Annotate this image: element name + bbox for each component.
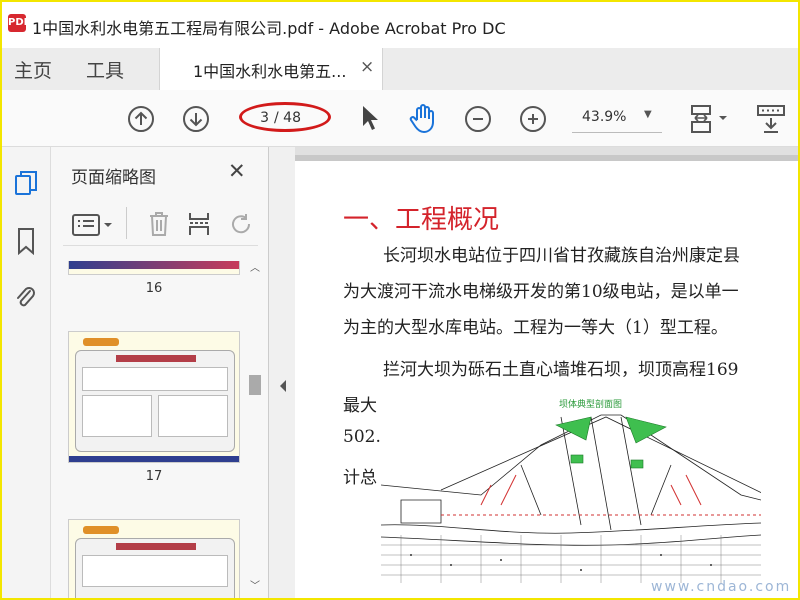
watermark: www.cndao.com <box>651 579 792 595</box>
zoom-select[interactable]: 43.9% ▼ <box>572 106 662 133</box>
tab-home[interactable]: 主页 <box>14 56 52 83</box>
page-insert-icon <box>189 213 210 235</box>
thumbnail-heading <box>116 543 196 550</box>
paragraph-line: 计总 <box>343 468 377 488</box>
scroll-mode-button[interactable] <box>756 104 788 138</box>
scrollbar-thumb[interactable] <box>249 375 261 395</box>
title-bar: PDF 1中国水利水电第五工程局有限公司.pdf - Adobe Acrobat… <box>2 2 798 48</box>
paragraph-line: 为主的大型水库电站。工程为一等大（1）型工程。 <box>343 318 728 338</box>
close-pane-icon[interactable]: ✕ <box>228 159 246 183</box>
pane-splitter[interactable] <box>269 147 295 598</box>
toolbar: 3 / 48 43.9% ▼ <box>2 90 798 147</box>
pdf-page: 一、工程概况 长河坝水电站位于四川省甘孜藏族自治州康定县 为大渡河干流水电梯级开… <box>295 155 798 598</box>
thumbnail-options-button[interactable] <box>71 213 115 241</box>
thumbnail-label-tag <box>83 338 119 346</box>
page-thumbnails-button[interactable] <box>14 169 38 197</box>
thumbnail-page-number: 17 <box>145 469 163 484</box>
hand-tool-button[interactable] <box>407 102 439 138</box>
pointer-arrow-icon <box>363 106 378 130</box>
paragraph-line: 502. <box>343 427 381 447</box>
thumbnail-text-block <box>82 555 228 587</box>
thumbnail-page-17[interactable] <box>68 331 240 463</box>
diagram-title: 坝体典型剖面图 <box>559 400 623 410</box>
document-view[interactable]: 一、工程概况 长河坝水电站位于四川省甘孜藏族自治州康定县 为大渡河干流水电梯级开… <box>295 147 798 598</box>
fit-page-button[interactable] <box>689 104 731 138</box>
insert-page-button[interactable] <box>187 211 213 241</box>
rotate-icon <box>232 214 251 234</box>
scroll-down-arrow-icon[interactable]: ﹀ <box>250 577 260 592</box>
chevron-down-icon: ▼ <box>644 109 652 120</box>
plus-icon <box>528 114 538 124</box>
thumbnail-pane: 页面缩略图 ✕ 16 17 ︿ ﹀ <box>51 147 269 598</box>
thumbnail-page-18[interactable] <box>68 519 240 598</box>
paragraph-line: 长河坝水电站位于四川省甘孜藏族自治州康定县 <box>383 246 740 266</box>
tab-document-label: 1中国水利水电第五... <box>193 62 347 81</box>
thumbnail-heading <box>116 355 196 362</box>
tool-divider <box>126 207 127 239</box>
thumbnail-strip <box>69 261 239 269</box>
previous-page-button[interactable] <box>128 106 154 132</box>
tab-tools[interactable]: 工具 <box>86 56 124 83</box>
select-tool-button[interactable] <box>359 104 381 136</box>
window-title: 1中国水利水电第五工程局有限公司.pdf - Adobe Acrobat Pro… <box>32 19 506 38</box>
thumbnail-content <box>75 538 235 598</box>
copy-pages-icon <box>15 171 37 195</box>
pane-title: 页面缩略图 <box>71 168 156 188</box>
app-window: PDF 1中国水利水电第五工程局有限公司.pdf - Adobe Acrobat… <box>0 0 800 600</box>
section-heading: 一、工程概况 <box>343 205 500 235</box>
thumbnail-text-block <box>82 367 228 391</box>
thumbnail-page-number: 16 <box>145 281 163 296</box>
fit-page-icon <box>691 105 727 133</box>
acrobat-icon: PDF <box>8 14 30 32</box>
zoom-in-button[interactable] <box>520 106 546 132</box>
thumbnail-content <box>75 350 235 452</box>
bookmark-icon <box>18 228 34 256</box>
paragraph-line: 最大 <box>343 396 377 416</box>
list-options-icon <box>72 214 112 236</box>
close-tab-icon[interactable]: × <box>360 57 374 77</box>
collapse-pane-icon[interactable] <box>278 379 288 393</box>
zoom-value: 43.9% <box>582 109 627 125</box>
paperclip-icon <box>17 287 35 307</box>
thumbnail-page-16[interactable] <box>68 261 240 275</box>
trash-icon <box>150 212 168 236</box>
thumbnail-text-block <box>82 395 152 437</box>
thumbnail-strip <box>69 456 239 462</box>
dam-drawing <box>380 414 767 583</box>
left-navigation-rail <box>2 147 51 598</box>
thumbnail-label-tag <box>83 526 119 534</box>
next-page-button[interactable] <box>183 106 209 132</box>
attachments-button[interactable] <box>14 283 38 311</box>
thumbnail-text-block <box>158 395 228 437</box>
arrow-up-icon <box>134 111 148 125</box>
keyboard-down-icon <box>757 105 785 133</box>
zoom-out-button[interactable] <box>465 106 491 132</box>
bookmarks-button[interactable] <box>14 227 38 256</box>
arrow-down-icon <box>189 113 203 127</box>
thumbnail-tools <box>63 207 258 246</box>
page-top-bar <box>295 155 798 161</box>
paragraph-line: 为大渡河干流水电梯级开发的第10级电站，是以单一 <box>343 282 739 302</box>
tab-document[interactable]: 1中国水利水电第五... × <box>159 48 383 91</box>
delete-page-button[interactable] <box>147 211 171 241</box>
minus-icon <box>473 118 483 120</box>
red-annotation-oval <box>239 102 331 132</box>
tab-row: 主页 工具 1中国水利水电第五... × <box>2 48 798 91</box>
dam-cross-section-diagram: 坝体典型剖面图 <box>380 400 767 585</box>
thumbnail-scrollbar[interactable]: ︿ ﹀ <box>248 259 262 595</box>
scroll-up-arrow-icon[interactable]: ︿ <box>250 259 260 274</box>
paragraph-line: 拦河大坝为砾石土直心墙堆石坝，坝顶高程169 <box>383 360 739 380</box>
hand-icon <box>409 104 434 133</box>
rotate-page-button[interactable] <box>229 211 255 241</box>
